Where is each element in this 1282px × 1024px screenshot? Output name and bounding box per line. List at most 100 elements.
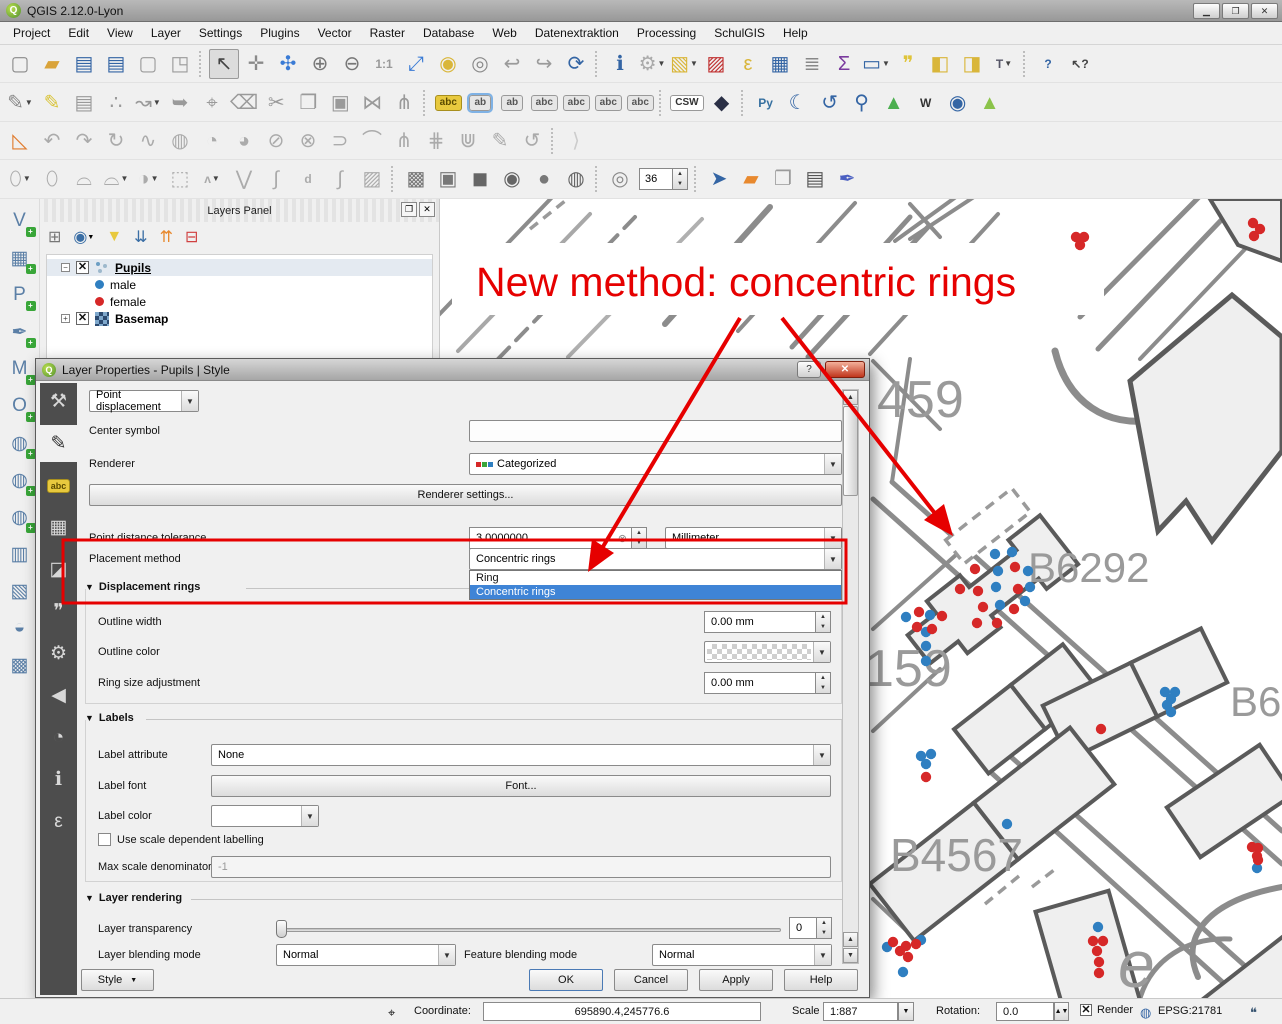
restore-button[interactable]: ❐ — [1222, 3, 1249, 19]
search-tools-icon[interactable]: ⚲ — [847, 88, 877, 118]
menu-processing[interactable]: Processing — [628, 23, 705, 43]
new-project-icon[interactable]: ▢ — [5, 49, 35, 79]
redo-icon[interactable]: ↷ — [69, 126, 99, 156]
expand-icon[interactable]: + — [61, 314, 70, 323]
split-features-icon[interactable]: ⋔ — [389, 126, 419, 156]
max-scale-input[interactable]: -1 — [211, 856, 831, 878]
save-project-as-icon[interactable]: ▤ — [101, 49, 131, 79]
rotate-point-symbols-icon[interactable]: ✎ — [485, 126, 515, 156]
feature-blending-combo[interactable]: Normal▼ — [652, 944, 832, 966]
expand-all-icon[interactable]: ⇊ — [134, 227, 147, 247]
pan-map-icon[interactable]: ✛ — [241, 49, 271, 79]
osm-icon[interactable]: ◒ — [6, 614, 34, 642]
renderer-settings-button[interactable]: Renderer settings... — [89, 484, 842, 506]
interp-f-icon[interactable]: ∫ — [325, 164, 355, 194]
tab-variables-icon[interactable]: ε — [40, 803, 77, 840]
layer-label-basemap[interactable]: Basemap — [115, 312, 168, 326]
copy-sheets-icon[interactable]: ❐ — [768, 164, 798, 194]
zoom-next-icon[interactable]: ↪ — [529, 49, 559, 79]
layer-row-basemap[interactable]: + ✕ Basemap — [47, 310, 432, 327]
menu-database[interactable]: Database — [414, 23, 483, 43]
apply-button[interactable]: Apply — [699, 969, 773, 991]
bracket-icon[interactable]: ⟩ — [561, 126, 591, 156]
topology-4-icon[interactable]: ⌓▼ — [101, 164, 131, 194]
dropdown-option-ring[interactable]: Ring — [470, 571, 841, 585]
add-part-icon[interactable]: ◔ — [197, 126, 227, 156]
run-feature-action-icon[interactable]: ⚙▼ — [637, 49, 667, 79]
square-dashed-icon[interactable]: ▩ — [401, 164, 431, 194]
help-contents-icon[interactable]: ? — [1033, 49, 1063, 79]
minimize-button[interactable]: ▁ — [1193, 3, 1220, 19]
tab-metadata-icon[interactable]: ℹ — [40, 761, 77, 798]
text-annotation-icon[interactable]: T▼ — [989, 49, 1019, 79]
add-mssql-layer-icon[interactable]: M+ — [6, 355, 34, 383]
open-attribute-table-icon[interactable]: ▦ — [765, 49, 795, 79]
wkt-icon[interactable]: W — [911, 88, 941, 118]
label-properties-icon[interactable]: abc — [625, 88, 655, 118]
node-tool-icon[interactable]: ⌖ — [197, 88, 227, 118]
copy-features-icon[interactable]: ❐ — [293, 88, 323, 118]
zoom-in-icon[interactable]: ⊕ — [305, 49, 335, 79]
zoom-out-icon[interactable]: ⊖ — [337, 49, 367, 79]
outline-color-button[interactable]: ▼ — [704, 641, 831, 663]
add-wfs-layer-icon[interactable]: ◍+ — [6, 503, 34, 531]
render-toggle[interactable]: ✕ Render — [1080, 1004, 1133, 1016]
vertex-line-icon[interactable]: ⋁ — [229, 164, 259, 194]
epsg-label[interactable]: EPSG:21781 — [1158, 1005, 1222, 1017]
select-features-icon[interactable]: ▧▼ — [669, 49, 699, 79]
refresh-grey-icon[interactable]: ↺ — [517, 126, 547, 156]
renderer-combo[interactable]: Categorized ▼ — [469, 453, 842, 475]
topology-2-icon[interactable]: ⬯ — [37, 164, 67, 194]
label-show-hide-icon[interactable]: abc — [529, 88, 559, 118]
move-feature-icon[interactable]: ➥ — [165, 88, 195, 118]
python-console-icon[interactable]: Py — [751, 88, 781, 118]
delete-ring-icon[interactable]: ⊘ — [261, 126, 291, 156]
csw-icon[interactable]: CSW — [669, 88, 704, 118]
ok-button[interactable]: OK — [529, 969, 603, 991]
save-project-icon[interactable]: ▤ — [69, 49, 99, 79]
new-shapefile-icon[interactable]: ▥ — [6, 540, 34, 568]
tab-fields-icon[interactable]: ▦ — [40, 509, 77, 546]
new-bookmark-icon[interactable]: ◧ — [925, 49, 955, 79]
scroll-down-icon[interactable]: ▼ — [843, 948, 858, 963]
scale-combo[interactable]: 1:887 — [823, 1002, 898, 1021]
map-refresh-icon[interactable]: ⟳ — [561, 49, 591, 79]
scale-dependent-checkbox-row[interactable]: Use scale dependent labelling — [98, 833, 264, 846]
interp-d-icon[interactable]: d — [293, 164, 323, 194]
cad-tools-icon[interactable]: ◺ — [5, 126, 35, 156]
dem-icon[interactable]: ▲ — [879, 88, 909, 118]
tab-diagrams-icon[interactable]: ◔ — [40, 719, 77, 756]
grid-icon[interactable]: ▩ — [6, 651, 34, 679]
pan-to-selection-icon[interactable]: ✣ — [273, 49, 303, 79]
open-project-icon[interactable]: ▰ — [37, 49, 67, 79]
curve-digitize-icon[interactable]: ↝▼ — [133, 88, 163, 118]
dialog-titlebar[interactable]: Q Layer Properties - Pupils | Style ? ✕ — [36, 359, 869, 381]
label-attribute-combo[interactable]: None▼ — [211, 744, 831, 766]
label-rotate-icon[interactable]: abc — [593, 88, 623, 118]
zoom-to-layer-icon[interactable]: ◎ — [465, 49, 495, 79]
menu-view[interactable]: View — [98, 23, 142, 43]
spin-down-icon[interactable]: ▼ — [817, 928, 831, 938]
folder-orange-icon[interactable]: ▰ — [736, 164, 766, 194]
layer-rendering-group-header[interactable]: ▼ Layer rendering — [85, 892, 182, 904]
menu-schulgis[interactable]: SchulGIS — [705, 23, 774, 43]
add-spatialite-layer-icon[interactable]: ✒+ — [6, 318, 34, 346]
add-feature-icon[interactable]: ∴ — [101, 88, 131, 118]
add-vector-layer-icon[interactable]: V+ — [6, 207, 34, 235]
menu-vector[interactable]: Vector — [309, 23, 361, 43]
whats-this-icon[interactable]: ↖? — [1065, 49, 1095, 79]
tolerance-unit-combo[interactable]: Millimeter▼ — [665, 527, 842, 549]
label-move-icon[interactable]: abc — [561, 88, 591, 118]
undo-blue-icon[interactable]: ↺ — [815, 88, 845, 118]
scrollbar-thumb[interactable] — [843, 406, 858, 496]
select-by-expression-icon[interactable]: ε — [733, 49, 763, 79]
menu-raster[interactable]: Raster — [361, 23, 414, 43]
circle-dark-icon[interactable]: ● — [529, 164, 559, 194]
coordinate-capture-icon[interactable]: ☾ — [783, 88, 813, 118]
placement-dropdown-list[interactable]: RingConcentric rings — [469, 570, 842, 600]
placement-method-combo[interactable]: Concentric rings▼ — [469, 548, 842, 570]
hatch-icon[interactable]: ▨ — [357, 164, 387, 194]
spin-up-icon[interactable]: ▲ — [816, 673, 830, 683]
menu-web[interactable]: Web — [483, 23, 525, 43]
create-layer-icon[interactable]: ▧ — [6, 577, 34, 605]
